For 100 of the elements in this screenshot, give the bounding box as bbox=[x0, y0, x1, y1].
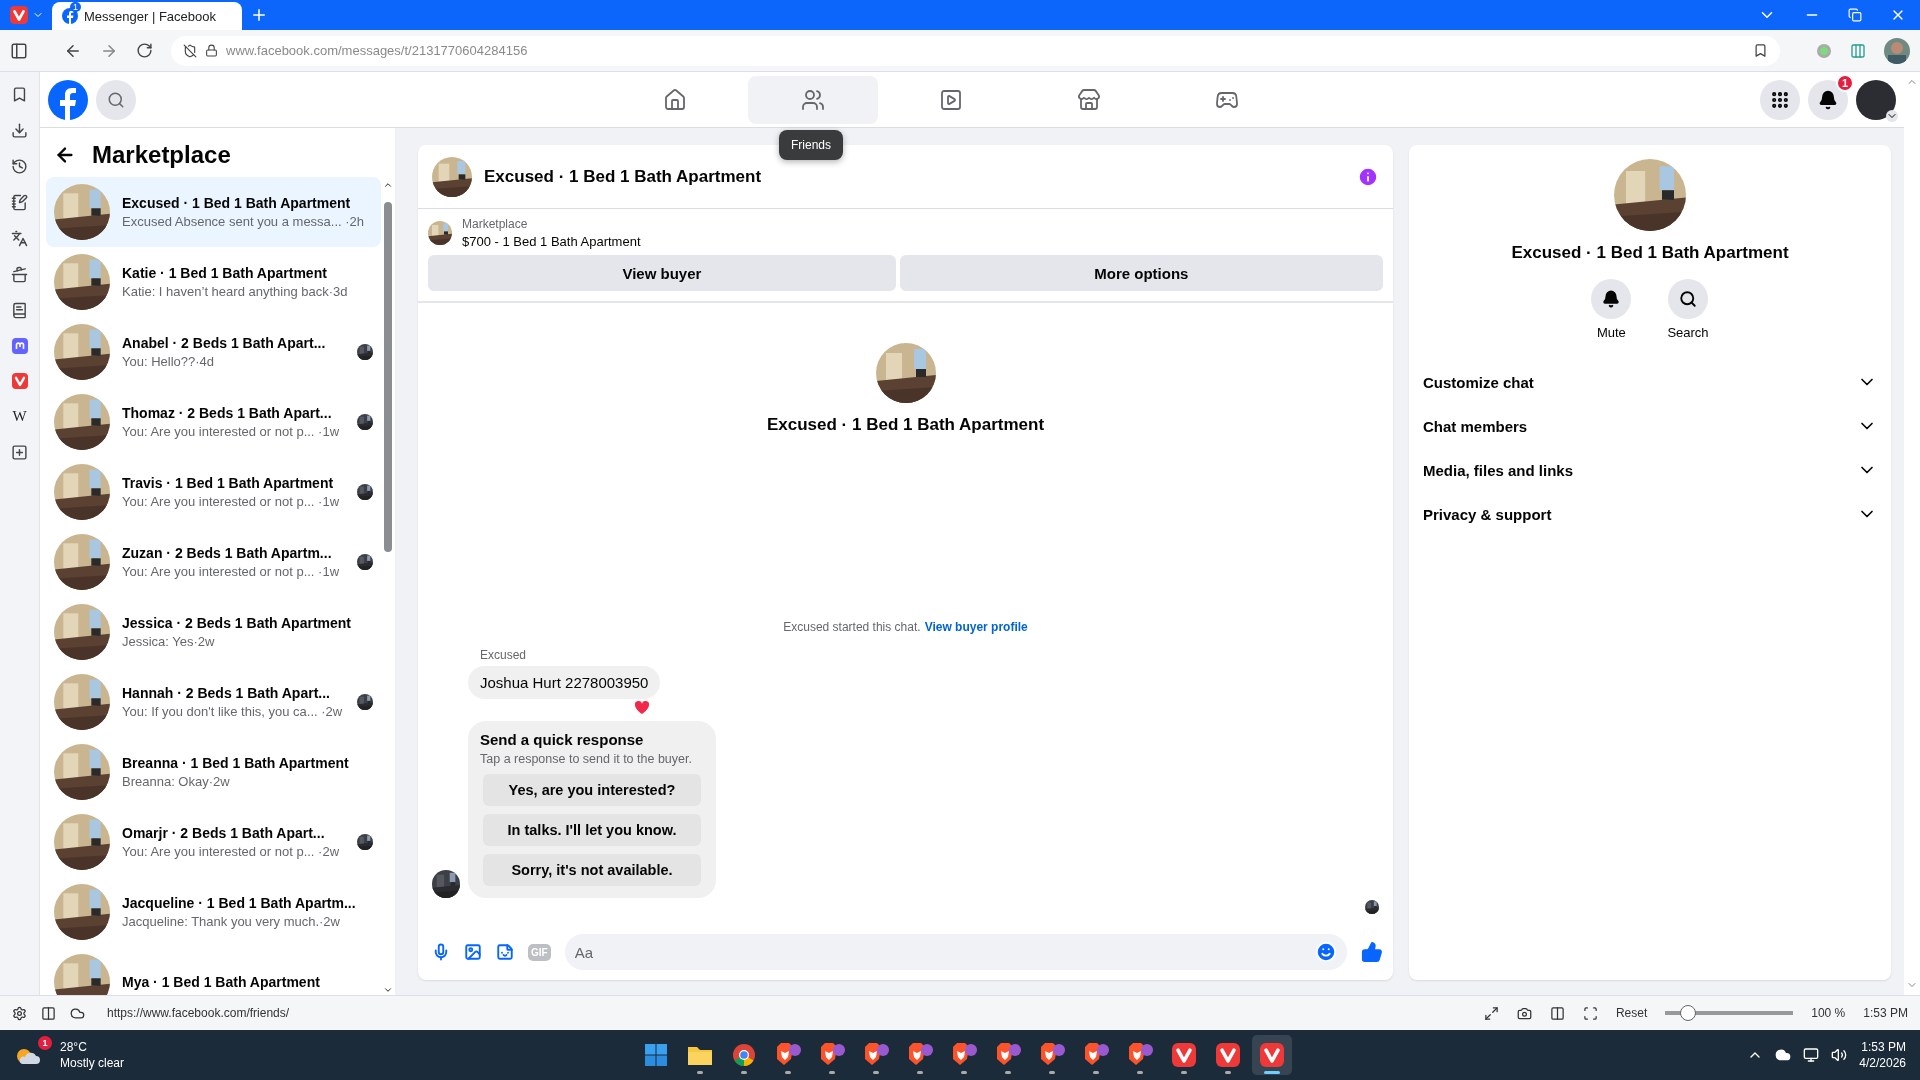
quick-response-button[interactable]: In talks. I'll let you know. bbox=[483, 814, 701, 846]
tile-icon[interactable] bbox=[41, 1005, 56, 1021]
conversation-item[interactable]: Anabel · 2 Beds 1 Bath Apart... You: Hello??·4d bbox=[46, 317, 381, 387]
add-panel-icon[interactable] bbox=[11, 444, 28, 461]
browser-tab[interactable]: 1 Messenger | Facebook bbox=[52, 2, 242, 30]
conversation-name: Jessica · 2 Beds 1 Bath Apartment bbox=[122, 615, 352, 631]
wikipedia-panel[interactable]: W bbox=[12, 408, 27, 425]
conversation-item[interactable]: Jacqueline · 1 Bed 1 Bath Apartm... Jacqueline: Thank you very much.·2w bbox=[46, 877, 381, 947]
sticker-icon[interactable] bbox=[496, 943, 514, 961]
quick-response-button[interactable]: Yes, are you interested? bbox=[483, 774, 701, 806]
listing-action-button[interactable]: View buyer bbox=[428, 255, 896, 291]
conversation-item[interactable]: Breanna · 1 Bed 1 Bath Apartment Breanna: Okay·2w bbox=[46, 737, 381, 807]
bookmark-icon[interactable] bbox=[11, 86, 28, 103]
taskbar-time: 1:53 PM bbox=[1861, 1040, 1906, 1054]
lion-shield-icon[interactable] bbox=[906, 1042, 934, 1068]
page-action-icon[interactable] bbox=[1582, 1005, 1598, 1021]
conversation-item[interactable]: Hannah · 2 Beds 1 Bath Apart... You: If you don't like this, you ca... ·2w bbox=[46, 667, 381, 737]
scroll-down-icon[interactable] bbox=[383, 985, 393, 995]
history-icon[interactable] bbox=[11, 158, 28, 175]
conversation-item[interactable]: Jessica · 2 Beds 1 Bath Apartment Jessica: Yes·2w bbox=[46, 597, 381, 667]
microphone-icon[interactable] bbox=[432, 943, 450, 961]
panel-toggle-icon[interactable] bbox=[10, 41, 28, 60]
details-section[interactable]: Customize chat bbox=[1423, 360, 1877, 404]
message-input[interactable]: Aa bbox=[564, 934, 1347, 970]
lion-shield-icon[interactable] bbox=[818, 1042, 846, 1068]
vivaldi-icon[interactable] bbox=[1216, 1043, 1240, 1067]
search-icon bbox=[107, 90, 125, 109]
settings-icon[interactable] bbox=[12, 1005, 27, 1021]
listing-title[interactable]: $700 - 1 Bed 1 Bath Apartment bbox=[462, 234, 641, 249]
capture-icon[interactable] bbox=[1516, 1005, 1532, 1021]
windows-start-icon[interactable] bbox=[644, 1043, 668, 1067]
conversation-item[interactable]: Travis · 1 Bed 1 Bath Apartment You: Are you interested or not p... ·1w bbox=[46, 457, 381, 527]
new-tab-icon[interactable] bbox=[250, 6, 268, 24]
conversation-item[interactable]: Katie · 1 Bed 1 Bath Apartment Katie: I haven’t heard anything back·3d bbox=[46, 247, 381, 317]
lion-shield-icon[interactable] bbox=[774, 1042, 802, 1068]
conversation-name: Anabel · 2 Beds 1 Bath Apart... bbox=[122, 335, 327, 351]
status-clock: 1:53 PM bbox=[1863, 1006, 1908, 1020]
tab-badge: 1 bbox=[70, 2, 81, 12]
details-section[interactable]: Privacy & support bbox=[1423, 492, 1877, 536]
conversation-item[interactable]: Zuzan · 2 Beds 1 Bath Apartm... You: Are you interested or not p... ·1w bbox=[46, 527, 381, 597]
extension-icon[interactable] bbox=[1850, 42, 1866, 59]
vivaldi-icon[interactable] bbox=[1172, 1043, 1196, 1067]
like-icon[interactable] bbox=[1361, 941, 1383, 963]
reading-list-icon[interactable] bbox=[11, 302, 28, 319]
lion-shield-icon[interactable] bbox=[950, 1042, 978, 1068]
status-dot-icon[interactable] bbox=[1816, 42, 1832, 59]
browser-icon[interactable] bbox=[732, 1043, 756, 1067]
conversation-name: Katie · 1 Bed 1 Bath Apartment bbox=[122, 265, 328, 281]
info-icon[interactable] bbox=[1357, 165, 1379, 188]
bookmark-icon[interactable] bbox=[1753, 43, 1768, 58]
listing-action-button[interactable]: More options bbox=[899, 255, 1383, 291]
conversation-preview: Breanna: Okay·2w bbox=[122, 774, 231, 789]
taskbar-date: 4/2/2026 bbox=[1859, 1056, 1906, 1070]
conversation-item[interactable]: Omarjr · 2 Beds 1 Bath Apart... You: Are you interested or not p... ·2w bbox=[46, 807, 381, 877]
quick-response-button[interactable]: Sorry, it's not available. bbox=[483, 854, 701, 886]
quick-response-title: Send a quick response bbox=[480, 731, 645, 748]
reload-icon[interactable] bbox=[136, 42, 153, 59]
cloud-icon[interactable] bbox=[1775, 1047, 1792, 1063]
conversation-preview: Excused Absence sent you a messa... ·2h bbox=[122, 214, 366, 229]
conversation-item[interactable]: Excused · 1 Bed 1 Bath Apartment Excused Absence sent you a messa... ·2h bbox=[46, 177, 381, 247]
lion-shield-icon[interactable] bbox=[1038, 1042, 1066, 1068]
lion-shield-icon[interactable] bbox=[862, 1042, 890, 1068]
pot-icon[interactable] bbox=[11, 266, 28, 283]
grid-menu-icon bbox=[1770, 89, 1790, 110]
conversation-preview: You: Are you interested or not p... ·1w bbox=[122, 564, 341, 579]
sync-icon[interactable] bbox=[70, 1005, 85, 1021]
zoom-reset-button[interactable]: Reset bbox=[1615, 1006, 1648, 1020]
expand-icon[interactable] bbox=[1483, 1005, 1499, 1021]
conversation-name: Thomaz · 2 Beds 1 Bath Apart... bbox=[122, 405, 333, 421]
menu-button[interactable] bbox=[1760, 79, 1800, 120]
volume-icon[interactable] bbox=[1831, 1047, 1848, 1063]
folder-icon[interactable] bbox=[687, 1044, 713, 1066]
facebook-logo[interactable] bbox=[48, 79, 88, 120]
conversation-name: Zuzan · 2 Beds 1 Bath Apartm... bbox=[122, 545, 333, 561]
conversation-name: Breanna · 1 Bed 1 Bath Apartment bbox=[122, 755, 350, 771]
vivaldi-icon[interactable] bbox=[1260, 1043, 1284, 1067]
details-section[interactable]: Media, files and links bbox=[1423, 448, 1877, 492]
restore-icon[interactable] bbox=[1848, 8, 1862, 22]
details-section[interactable]: Chat members bbox=[1423, 404, 1877, 448]
address-field[interactable]: www.facebook.com/messages/t/2131770604284156 bbox=[171, 35, 1780, 66]
network-icon[interactable] bbox=[1803, 1047, 1820, 1063]
page-tiling-icon[interactable] bbox=[1549, 1005, 1565, 1021]
translate-icon[interactable] bbox=[11, 230, 28, 247]
download-icon[interactable] bbox=[11, 122, 28, 139]
lion-shield-icon[interactable] bbox=[994, 1042, 1022, 1068]
vivaldi-logo bbox=[10, 6, 28, 24]
lion-shield-icon[interactable] bbox=[1126, 1042, 1154, 1068]
account-button[interactable] bbox=[1856, 79, 1896, 120]
scrollbar-thumb[interactable] bbox=[384, 202, 392, 552]
lion-shield-icon[interactable] bbox=[1082, 1042, 1110, 1068]
photo-icon[interactable] bbox=[464, 943, 482, 961]
notes-icon[interactable] bbox=[11, 194, 28, 211]
mastodon-icon[interactable] bbox=[11, 338, 28, 354]
conversation-item[interactable]: Thomaz · 2 Beds 1 Bath Apart... You: Are you interested or not p... ·1w bbox=[46, 387, 381, 457]
profile-avatar[interactable] bbox=[1884, 37, 1910, 64]
emoji-icon[interactable] bbox=[1315, 941, 1337, 963]
conversation-preview: Katie: I haven’t heard anything back·3d bbox=[122, 284, 349, 299]
search-button[interactable] bbox=[96, 79, 136, 120]
scroll-up-icon[interactable] bbox=[383, 180, 393, 190]
buyer-profile-link[interactable]: View buyer profile bbox=[924, 620, 1028, 634]
